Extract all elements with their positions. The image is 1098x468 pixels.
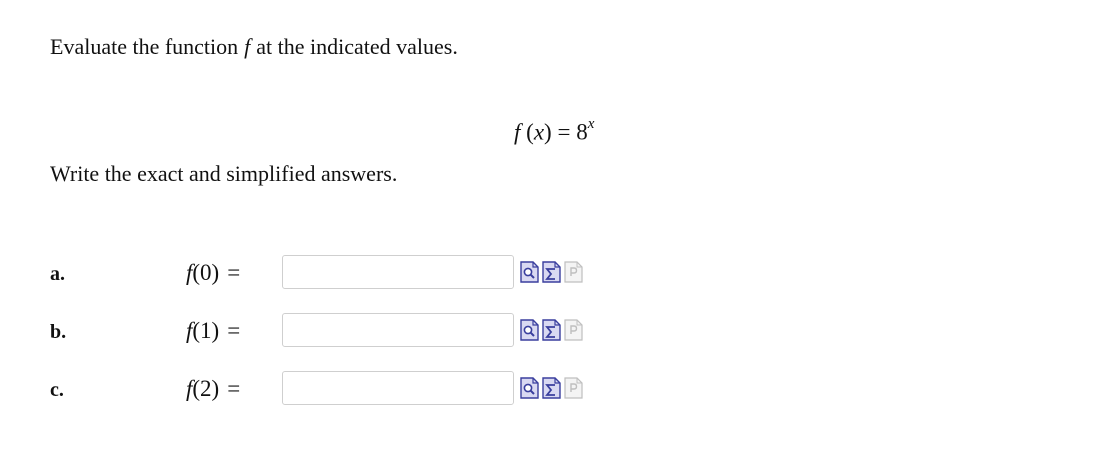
answer-tools bbox=[520, 377, 583, 399]
eq-var: x bbox=[533, 119, 545, 145]
preview-icon[interactable] bbox=[520, 261, 539, 283]
answer-input-a[interactable] bbox=[282, 255, 514, 289]
answer-input-b[interactable] bbox=[282, 313, 514, 347]
preview-icon[interactable] bbox=[520, 319, 539, 341]
expr-equals: = bbox=[227, 260, 241, 285]
expr-equals: = bbox=[227, 376, 241, 401]
part-label: b. bbox=[50, 321, 67, 343]
expr-arg: (1) bbox=[192, 318, 220, 343]
part-row-a: a. f(0) = bbox=[0, 254, 700, 294]
eq-exponent: x bbox=[587, 116, 595, 132]
equation-editor-icon[interactable] bbox=[542, 261, 561, 283]
answer-tools bbox=[520, 319, 583, 341]
part-row-c: c. f(2) = bbox=[0, 370, 700, 410]
eq-close: ) bbox=[544, 119, 552, 145]
eq-base: 8 bbox=[576, 119, 588, 145]
preview-icon[interactable] bbox=[520, 377, 539, 399]
part-label: a. bbox=[50, 263, 65, 285]
part-label: c. bbox=[50, 379, 64, 401]
equation-editor-icon[interactable] bbox=[542, 319, 561, 341]
expr-arg: (2) bbox=[192, 376, 220, 401]
question-prompt: Evaluate the function f at the indicated v… bbox=[50, 34, 458, 60]
help-document-icon[interactable] bbox=[564, 319, 583, 341]
answer-tools bbox=[520, 261, 583, 283]
instruction-prefix: Evaluate the function bbox=[50, 34, 239, 59]
help-document-icon[interactable] bbox=[564, 377, 583, 399]
part-expression: f(1) = bbox=[186, 316, 240, 346]
expr-equals: = bbox=[227, 318, 241, 343]
expr-arg: (0) bbox=[192, 260, 220, 285]
function-variable: f bbox=[244, 34, 251, 59]
part-expression: f(0) = bbox=[186, 258, 240, 288]
help-document-icon[interactable] bbox=[564, 261, 583, 283]
answer-instruction: Write the exact and simplified answers. bbox=[50, 161, 398, 186]
equation-editor-icon[interactable] bbox=[542, 377, 561, 399]
instruction-suffix: at the indicated values. bbox=[256, 34, 458, 59]
eq-equals: = bbox=[551, 119, 577, 145]
function-definition: f (x) = 8x bbox=[514, 112, 594, 148]
part-row-b: b. f(1) = bbox=[0, 312, 700, 352]
answer-input-c[interactable] bbox=[282, 371, 514, 405]
part-expression: f(2) = bbox=[186, 374, 240, 404]
eq-open: ( bbox=[520, 119, 534, 145]
